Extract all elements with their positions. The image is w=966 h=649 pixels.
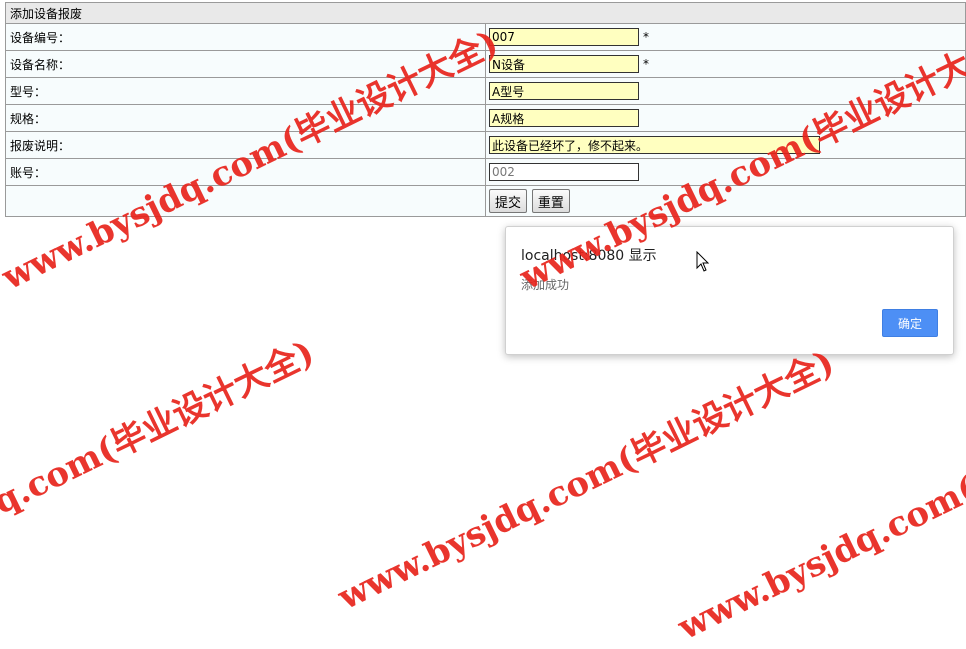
- account-input[interactable]: [489, 163, 639, 181]
- form-buttons-row: 提交 重置: [5, 185, 966, 217]
- spec-input[interactable]: [489, 109, 639, 127]
- device-id-label: 设备编号：: [5, 23, 486, 51]
- dialog-title: localhost:8080 显示: [521, 248, 657, 264]
- device-name-label: 设备名称：: [5, 50, 486, 78]
- device-name-input[interactable]: [489, 55, 639, 73]
- required-mark: *: [643, 56, 649, 71]
- form-row-device-id: 设备编号： *: [5, 23, 966, 51]
- form-title-row: 添加设备报废: [5, 2, 966, 24]
- submit-button[interactable]: 提交: [489, 189, 528, 213]
- form-row-device-name: 设备名称： *: [5, 50, 966, 78]
- scrap-note-input[interactable]: [489, 136, 820, 154]
- scrap-note-label: 报废说明：: [5, 131, 486, 159]
- form-title: 添加设备报废: [5, 2, 966, 24]
- form-row-scrap-note: 报废说明：: [5, 131, 966, 159]
- required-mark: *: [643, 29, 649, 44]
- device-id-input[interactable]: [489, 28, 639, 46]
- account-label: 账号：: [5, 158, 486, 186]
- dialog-message: 添加成功: [521, 278, 570, 292]
- watermark-text: www.bysjdq.com(毕业设计大全): [332, 342, 841, 619]
- reset-button[interactable]: 重置: [531, 189, 570, 213]
- form-row-account: 账号：: [5, 158, 966, 186]
- model-label: 型号：: [5, 77, 486, 105]
- mouse-cursor-icon: [696, 251, 710, 272]
- add-scrap-form: 添加设备报废 设备编号： * 设备名称： * 型号： 规格： 报废说明： 账号：: [5, 2, 966, 217]
- model-input[interactable]: [489, 82, 639, 100]
- spec-label: 规格：: [5, 104, 486, 132]
- watermark-text: www.bysjdq.com(毕业设计大全): [0, 332, 321, 609]
- form-row-spec: 规格：: [5, 104, 966, 132]
- watermark-text: www.bysjdq.com(毕业设计大全): [672, 372, 966, 649]
- alert-dialog: localhost:8080 显示 添加成功 确定: [505, 226, 954, 355]
- dialog-ok-button[interactable]: 确定: [882, 309, 938, 337]
- form-row-model: 型号：: [5, 77, 966, 105]
